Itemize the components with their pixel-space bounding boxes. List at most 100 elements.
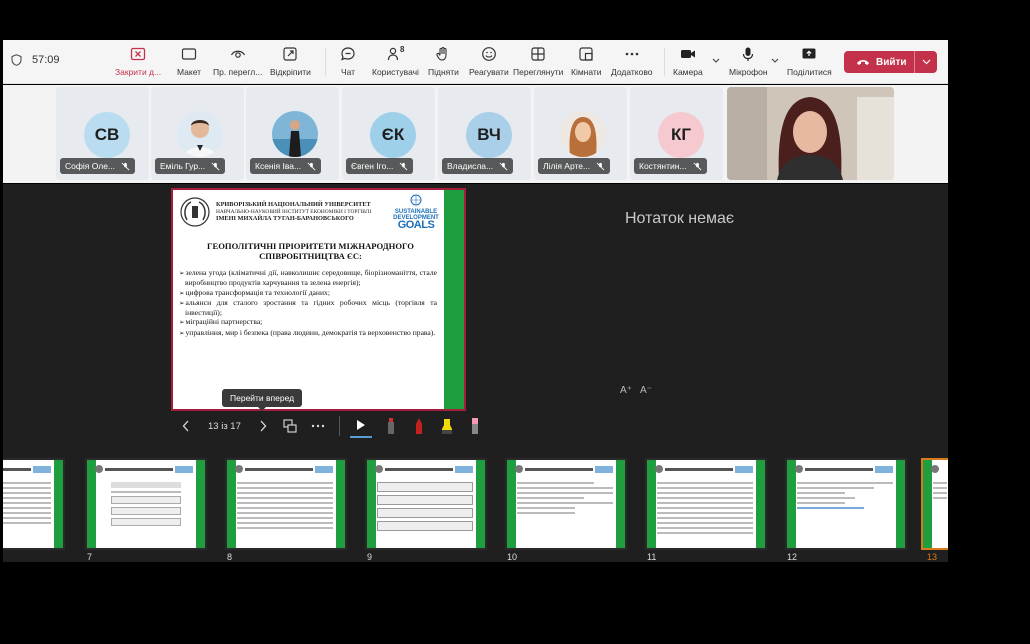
more-button[interactable]: Додатково [611,46,652,77]
more-options-button[interactable] [311,424,325,428]
unpin-button[interactable]: Відкріпити [270,46,311,77]
participant-name-chip: Костянтин... [634,158,707,174]
rooms-icon [579,47,593,61]
avatar: СВ [84,112,130,158]
stop-sharing-button[interactable]: Закрити д... [115,46,161,77]
slide-thumbnail[interactable] [365,458,487,550]
avatar [177,111,223,157]
toolbar-divider [325,48,326,76]
slide-counter: 13 із 17 [208,420,241,432]
meeting-timer: 57:09 [11,54,60,66]
rooms-button[interactable]: Кімнати [571,46,602,77]
mic-off-icon [499,162,508,170]
participant-name: Лілія Арте... [543,161,591,171]
chat-label: Чат [340,67,356,77]
laser-pointer-tool[interactable] [384,417,398,435]
leave-label: Вийти [876,56,907,68]
laser-pointer-icon [387,418,394,434]
slide-thumbnail[interactable] [645,458,767,550]
share-label: Поділитися [787,67,832,77]
avatar: ЄК [370,112,416,158]
highlighter-tool[interactable] [440,417,454,435]
participant-tile[interactable]: ЄК Євген Іго... [342,87,435,180]
participant-name-chip: Еміль Гур... [155,158,226,174]
university-logo-icon [180,197,210,227]
self-video-tile[interactable] [727,87,894,180]
participant-name-chip: Ксенія Іва... [250,158,322,174]
participant-tile[interactable]: Ксенія Іва... [246,87,339,180]
presenter-view-button[interactable]: Пр. перегл... [213,46,262,77]
participant-name: Софія Оле... [65,161,115,171]
mic-off-icon [400,162,408,170]
chat-button[interactable]: Чат [340,46,356,77]
participant-name-chip: Владисла... [442,158,514,174]
slide-grid-button[interactable] [283,419,297,433]
slide-thumbnail[interactable] [785,458,907,550]
participant-name: Владисла... [447,161,494,171]
slide-thumbnail-active[interactable] [921,458,948,550]
raise-hand-button[interactable]: Підняти [428,46,459,77]
react-label: Реагувати [469,67,509,77]
layout-button[interactable]: Макет [177,46,201,77]
leave-main[interactable]: Вийти [844,57,914,68]
mic-off-icon [307,162,316,170]
mic-icon [743,47,754,61]
camera-label: Камера [673,67,703,77]
sdg-logo: SUSTAINABLE DEVELOPMENT GOALS [391,194,441,231]
slide-thumbnail[interactable] [225,458,347,550]
participant-tile[interactable]: Лілія Арте... [534,87,627,180]
next-slide-tooltip: Перейти вперед [222,389,303,411]
participant-name-chip: Євген Іго... [346,158,414,174]
font-increase-button[interactable]: A⁺ [620,385,632,396]
layout-icon [181,48,197,60]
pointer-tool-button[interactable] [349,414,372,438]
leave-button[interactable]: Вийти [844,51,937,73]
chevron-down-icon [922,59,930,65]
font-decrease-button[interactable]: A⁻ [640,385,652,396]
slide-bullet: зелена угода (кліматичні дії, навколишнє… [179,268,437,288]
participant-tile[interactable]: ВЧ Владисла... [438,87,531,180]
font-size-controls: A⁺ A⁻ [620,385,652,396]
next-slide-button[interactable] [255,420,271,432]
mic-options-chevron-icon[interactable] [771,58,779,64]
slide-bullet: цифрова трансформація та технології дани… [179,288,437,298]
participant-tile[interactable]: Еміль Гур... [151,87,244,180]
thumbnail-number: 11 [647,552,657,562]
view-button[interactable]: Переглянути [513,46,563,77]
participant-strip: СВ Софія Оле... Еміль Гур... Ксенія Іва.… [3,85,948,183]
thumbnail-number: 12 [787,552,798,562]
slides-grid-icon [283,419,297,433]
react-button[interactable]: Реагувати [469,46,509,77]
camera-options-chevron-icon[interactable] [712,58,720,64]
microphone-button[interactable]: Мікрофон [729,46,768,77]
leave-options[interactable] [915,59,937,65]
slide-bullet: міграційні партнерства; [179,317,437,327]
thumbnail-number: 8 [227,552,233,562]
eraser-tool[interactable] [468,417,482,435]
teams-meeting-window: 57:09 Закрити д... Макет Пр. перегл... В… [0,0,1030,644]
share-button[interactable]: Поділитися [787,46,832,77]
mic-off-icon [211,162,220,170]
participant-tile[interactable]: СВ Софія Оле... [56,87,149,180]
participant-name: Ксенія Іва... [255,161,302,171]
layout-label: Макет [177,67,202,77]
slide-thumbnail[interactable] [505,458,627,550]
sdg-goals: GOALS [397,218,435,231]
shield-icon [11,54,22,66]
slide-thumbnail[interactable] [85,458,207,550]
notes-empty-text: Нотаток немає [625,210,735,227]
people-button[interactable]: 8 Користувачі [372,45,419,77]
slide-header: КРИВОРІЗЬКИЙ НАЦІОНАЛЬНИЙ УНІВЕРСИТЕТ НА… [177,193,417,231]
university-header-text: КРИВОРІЗЬКИЙ НАЦІОНАЛЬНИЙ УНІВЕРСИТЕТ НА… [216,201,371,224]
chat-icon [340,47,355,61]
participant-tile[interactable]: КГ Костянтин... [630,87,723,180]
previous-slide-button[interactable] [178,420,194,432]
pen-tool[interactable] [412,417,426,435]
un-emblem-icon [410,194,422,206]
camera-icon [680,50,695,58]
view-icon [230,50,245,58]
camera-button[interactable]: Камера [673,46,703,77]
slide-thumbnail[interactable] [3,458,65,550]
participant-name: Костянтин... [639,161,687,171]
people-label: Користувачі [372,67,419,77]
